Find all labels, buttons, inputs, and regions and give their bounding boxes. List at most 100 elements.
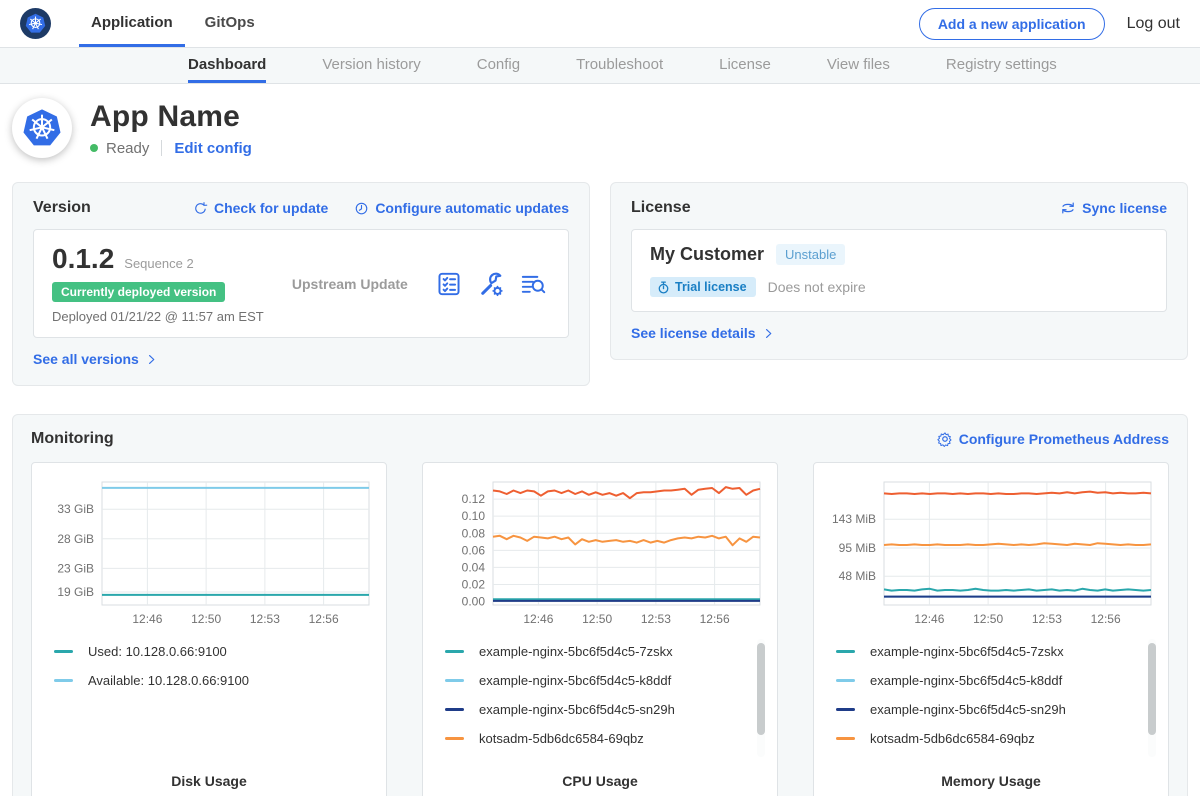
- svg-text:12:56: 12:56: [700, 612, 730, 626]
- legend-scrollbar-thumb[interactable]: [757, 643, 765, 735]
- legend-color-dash: [445, 679, 464, 682]
- tab-gitops[interactable]: GitOps: [193, 0, 267, 47]
- clock-history-icon: [354, 201, 369, 216]
- svg-text:12:46: 12:46: [132, 612, 162, 626]
- cpu-usage-card: 0.000.020.040.060.080.100.1212:4612:5012…: [422, 462, 778, 796]
- legend-label: example-nginx-5bc6f5d4c5-sn29h: [870, 702, 1066, 717]
- chevron-right-icon: [145, 353, 158, 366]
- legend-color-dash: [836, 650, 855, 653]
- svg-text:12:56: 12:56: [1091, 612, 1121, 626]
- sub-nav: Dashboard Version history Config Trouble…: [0, 48, 1200, 84]
- top-nav-tabs: Application GitOps: [79, 0, 267, 47]
- version-card: Version Check for update Configure autom…: [12, 182, 590, 386]
- add-new-application-button[interactable]: Add a new application: [919, 8, 1105, 40]
- legend-color-dash: [445, 708, 464, 711]
- tab-application[interactable]: Application: [79, 0, 185, 47]
- app-header: App Name Ready Edit config: [0, 84, 1200, 174]
- logout-link[interactable]: Log out: [1127, 15, 1180, 33]
- legend-item: example-nginx-5bc6f5d4c5-sn29h: [836, 695, 1156, 724]
- subtab-troubleshoot[interactable]: Troubleshoot: [576, 48, 663, 83]
- view-logs-icon[interactable]: [520, 271, 546, 297]
- edit-config-link[interactable]: Edit config: [174, 140, 252, 157]
- subtab-config[interactable]: Config: [477, 48, 520, 83]
- subtab-dashboard[interactable]: Dashboard: [188, 48, 266, 83]
- see-license-details-link[interactable]: See license details: [631, 325, 775, 341]
- legend-item: example-nginx-5bc6f5d4c5-k8ddf: [445, 666, 765, 695]
- see-all-versions-link[interactable]: See all versions: [33, 351, 158, 367]
- license-card: License Sync license My Customer Unstabl…: [610, 182, 1188, 360]
- version-sequence: Sequence 2: [124, 256, 193, 271]
- configure-prometheus-link[interactable]: Configure Prometheus Address: [937, 431, 1169, 447]
- svg-text:12:53: 12:53: [250, 612, 280, 626]
- svg-text:12:50: 12:50: [191, 612, 221, 626]
- legend-item: Used: 10.128.0.66:9100: [54, 637, 374, 666]
- legend-color-dash: [54, 679, 73, 682]
- legend-label: Available: 10.128.0.66:9100: [88, 673, 249, 688]
- legend-label: example-nginx-5bc6f5d4c5-sn29h: [479, 702, 675, 717]
- legend-label: Used: 10.128.0.66:9100: [88, 644, 227, 659]
- legend-color-dash: [445, 650, 464, 653]
- sync-license-link[interactable]: Sync license: [1060, 200, 1167, 216]
- brand-logo[interactable]: [20, 0, 51, 47]
- svg-text:95 MiB: 95 MiB: [839, 541, 876, 555]
- svg-text:0.08: 0.08: [462, 526, 486, 540]
- subtab-registry-settings[interactable]: Registry settings: [946, 48, 1057, 83]
- memory-usage-card: 48 MiB95 MiB143 MiB12:4612:5012:5312:56 …: [813, 462, 1169, 796]
- monitoring-title: Monitoring: [31, 430, 114, 448]
- cpu-usage-chart: 0.000.020.040.060.080.100.1212:4612:5012…: [435, 475, 765, 627]
- chart-title: Memory Usage: [826, 767, 1156, 793]
- trial-license-badge: Trial license: [650, 277, 756, 297]
- svg-text:12:46: 12:46: [914, 612, 944, 626]
- svg-text:0.06: 0.06: [462, 543, 486, 557]
- legend-item: kotsadm-5db6dc6584-69qbz: [445, 724, 765, 753]
- legend-color-dash: [836, 679, 855, 682]
- svg-text:0.12: 0.12: [462, 492, 486, 506]
- page-title: App Name: [90, 100, 252, 134]
- legend-scrollbar-track[interactable]: [1148, 639, 1156, 757]
- svg-text:12:53: 12:53: [641, 612, 671, 626]
- svg-text:12:50: 12:50: [582, 612, 612, 626]
- kubernetes-logo-icon: [20, 8, 51, 39]
- current-version-row: 0.1.2 Sequence 2 Currently deployed vers…: [33, 229, 569, 338]
- sync-icon: [1060, 200, 1076, 216]
- legend-scrollbar-track[interactable]: [757, 639, 765, 757]
- legend-label: example-nginx-5bc6f5d4c5-7zskx: [479, 644, 673, 659]
- legend-label: kotsadm-5db6dc6584-69qbz: [479, 731, 644, 746]
- legend-color-dash: [836, 708, 855, 711]
- legend-color-dash: [836, 737, 855, 740]
- deployed-timestamp: Deployed 01/21/22 @ 11:57 am EST: [52, 309, 264, 324]
- stopwatch-icon: [657, 281, 670, 294]
- license-detail-row: My Customer Unstable Trial license Does …: [631, 229, 1167, 312]
- legend-item: Available: 10.128.0.66:9100: [54, 666, 374, 695]
- gear-icon: [937, 431, 953, 447]
- svg-text:33 GiB: 33 GiB: [57, 502, 94, 516]
- svg-text:143 MiB: 143 MiB: [832, 512, 876, 526]
- top-nav: Application GitOps Add a new application…: [0, 0, 1200, 48]
- subtab-license[interactable]: License: [719, 48, 771, 83]
- config-wrench-icon[interactable]: [478, 271, 504, 297]
- svg-text:19 GiB: 19 GiB: [57, 585, 94, 599]
- legend-item: example-nginx-5bc6f5d4c5-sn29h: [445, 695, 765, 724]
- subtab-version-history[interactable]: Version history: [322, 48, 420, 83]
- legend-label: example-nginx-5bc6f5d4c5-k8ddf: [479, 673, 671, 688]
- version-source-label: Upstream Update: [264, 276, 436, 292]
- version-card-title: Version: [33, 199, 91, 217]
- legend-color-dash: [445, 737, 464, 740]
- cards-row: Version Check for update Configure autom…: [0, 174, 1200, 386]
- svg-text:28 GiB: 28 GiB: [57, 532, 94, 546]
- version-number: 0.1.2: [52, 243, 114, 275]
- memory-usage-chart: 48 MiB95 MiB143 MiB12:4612:5012:5312:56: [826, 475, 1156, 627]
- check-for-update-link[interactable]: Check for update: [193, 200, 328, 216]
- configure-automatic-updates-link[interactable]: Configure automatic updates: [354, 200, 569, 216]
- legend-scrollbar-thumb[interactable]: [1148, 643, 1156, 735]
- svg-text:12:46: 12:46: [523, 612, 553, 626]
- app-logo-icon: [12, 98, 72, 158]
- subtab-view-files[interactable]: View files: [827, 48, 890, 83]
- chevron-right-icon: [762, 327, 775, 340]
- chart-title: Disk Usage: [44, 767, 374, 793]
- refresh-icon: [193, 201, 208, 216]
- top-nav-right: Add a new application Log out: [919, 0, 1180, 47]
- svg-text:12:56: 12:56: [309, 612, 339, 626]
- license-card-title: License: [631, 199, 691, 217]
- preflight-checks-icon[interactable]: [436, 271, 462, 297]
